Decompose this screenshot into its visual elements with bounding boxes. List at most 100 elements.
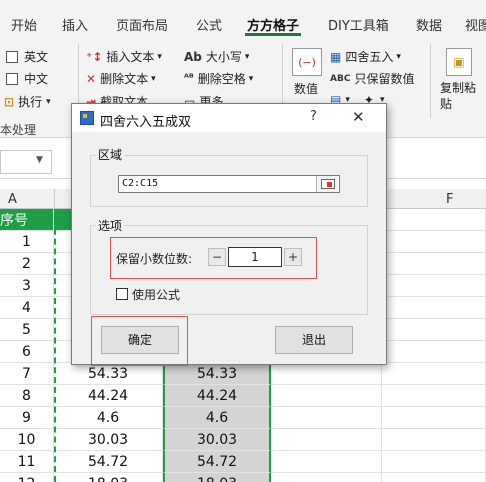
- cell-c[interactable]: 18.03: [163, 473, 271, 482]
- checkbox-english[interactable]: 英文: [6, 48, 48, 65]
- cell[interactable]: [271, 407, 382, 429]
- cell-b[interactable]: 44.24: [54, 385, 163, 407]
- value-icon: (−): [292, 48, 322, 76]
- ribbon-separator: [430, 44, 431, 118]
- cell-a[interactable]: 1: [0, 231, 54, 253]
- cell-c[interactable]: 44.24: [163, 385, 271, 407]
- tab-page-layout[interactable]: 页面布局: [116, 15, 168, 34]
- range-picker-icon: [320, 179, 335, 189]
- keep-value-button[interactable]: ABC 只保留数值: [330, 70, 414, 87]
- case-icon: Ab: [184, 49, 202, 64]
- range-input[interactable]: C2:C15: [118, 175, 340, 193]
- use-formula-label: 使用公式: [132, 288, 181, 302]
- dialog-title: 四舍六入五成双: [100, 115, 192, 130]
- checkbox-chinese[interactable]: 中文: [6, 70, 48, 87]
- cell-c[interactable]: 54.33: [163, 363, 271, 385]
- copy-paste-button[interactable]: 复制粘贴: [440, 80, 486, 112]
- cell-b[interactable]: 54.72: [54, 451, 163, 473]
- cell[interactable]: [382, 253, 486, 275]
- range-select-button[interactable]: [316, 176, 338, 192]
- cell-a[interactable]: 6: [0, 341, 54, 363]
- cell[interactable]: [271, 451, 382, 473]
- cell[interactable]: [382, 275, 486, 297]
- close-icon[interactable]: ✕: [352, 108, 365, 126]
- cell-a[interactable]: 8: [0, 385, 54, 407]
- checkbox-icon: [6, 50, 18, 63]
- increment-button[interactable]: +: [284, 248, 302, 266]
- tab-diy-toolbox[interactable]: DIY工具箱: [328, 15, 389, 34]
- keep-value-icon: ABC: [330, 73, 351, 84]
- value-button[interactable]: 数值: [294, 80, 318, 97]
- help-button[interactable]: ?: [310, 109, 317, 124]
- delete-text-icon: ✕: [86, 71, 97, 86]
- cell[interactable]: [382, 385, 486, 407]
- cell-c[interactable]: 30.03: [163, 429, 271, 451]
- range-group-label: 区域: [96, 146, 125, 163]
- cell-b[interactable]: 54.33: [54, 363, 163, 385]
- column-header-f[interactable]: F: [446, 192, 453, 207]
- cell[interactable]: [382, 341, 486, 363]
- cell[interactable]: [271, 473, 382, 482]
- exit-button[interactable]: 退出: [275, 326, 353, 354]
- decimals-input[interactable]: 1: [228, 247, 282, 267]
- round-half-even-dialog: 四舍六入五成双 ? ✕ 区域 C2:C15 选项 保留小数位数: − 1 + 使…: [71, 103, 387, 366]
- cell-a[interactable]: 5: [0, 319, 54, 341]
- group-label-text: 本处理: [0, 123, 37, 137]
- cell[interactable]: [382, 319, 486, 341]
- cell-a[interactable]: 4: [0, 297, 54, 319]
- options-group-label: 选项: [96, 217, 125, 234]
- cell-b[interactable]: 30.03: [54, 429, 163, 451]
- delete-space-icon: ᴬᴮ: [184, 73, 194, 84]
- cell-a[interactable]: 7: [0, 363, 54, 385]
- copy-paste-icon: ▣: [446, 48, 472, 76]
- tab-home[interactable]: 开始: [11, 15, 37, 34]
- execute-icon: ⊡: [4, 94, 15, 109]
- ribbon-tab-bar: 开始 插入 页面布局 公式 方方格子 DIY工具箱 数据 视图: [0, 0, 486, 36]
- execute-button[interactable]: ⊡ 执行 ▾: [4, 93, 51, 110]
- cell[interactable]: [382, 231, 486, 253]
- cell-c[interactable]: 4.6: [163, 407, 271, 429]
- delete-text-button[interactable]: ✕ 删除文本 ▾: [86, 70, 156, 87]
- cell-a[interactable]: 3: [0, 275, 54, 297]
- cell-a[interactable]: 10: [0, 429, 54, 451]
- tab-fangfang[interactable]: 方方格子: [247, 15, 299, 34]
- cell-a[interactable]: 9: [0, 407, 54, 429]
- insert-text-button[interactable]: ⁺↕ 插入文本 ▾: [86, 48, 162, 65]
- cell[interactable]: [382, 407, 486, 429]
- cell[interactable]: [271, 429, 382, 451]
- cell[interactable]: [382, 363, 486, 385]
- dialog-titlebar[interactable]: 四舍六入五成双 ? ✕: [72, 104, 386, 132]
- chevron-down-icon[interactable]: ▼: [36, 155, 43, 165]
- cell-b[interactable]: 18.03: [54, 473, 163, 482]
- checkbox-icon: [6, 72, 18, 85]
- cell[interactable]: [271, 363, 382, 385]
- cell-c[interactable]: 54.72: [163, 451, 271, 473]
- insert-text-icon: ⁺↕: [86, 49, 103, 64]
- delete-space-button[interactable]: ᴬᴮ 删除空格 ▾: [184, 70, 253, 87]
- app-icon: [80, 111, 94, 125]
- column-header-a[interactable]: A: [8, 192, 17, 207]
- cell[interactable]: [382, 451, 486, 473]
- use-formula-checkbox[interactable]: [116, 288, 128, 300]
- header-cell-a[interactable]: 序号: [0, 209, 54, 231]
- case-button[interactable]: Ab 大小写 ▾: [184, 48, 249, 65]
- tab-insert[interactable]: 插入: [62, 15, 88, 34]
- cell[interactable]: [382, 297, 486, 319]
- ok-button[interactable]: 确定: [101, 326, 179, 354]
- name-box[interactable]: [0, 150, 52, 174]
- tab-formulas[interactable]: 公式: [196, 15, 222, 34]
- cell[interactable]: [382, 209, 486, 231]
- round-button[interactable]: ▦ 四舍五入 ▾: [330, 48, 401, 65]
- cell-a[interactable]: 11: [0, 451, 54, 473]
- round-icon: ▦: [330, 49, 342, 64]
- decimals-label: 保留小数位数:: [116, 252, 193, 266]
- cell-a[interactable]: 2: [0, 253, 54, 275]
- cell-a[interactable]: 12: [0, 473, 54, 482]
- cell[interactable]: [271, 385, 382, 407]
- decrement-button[interactable]: −: [208, 248, 226, 266]
- cell[interactable]: [382, 429, 486, 451]
- cell[interactable]: [382, 473, 486, 482]
- tab-view[interactable]: 视图: [465, 15, 486, 34]
- cell-b[interactable]: 4.6: [54, 407, 163, 429]
- tab-data[interactable]: 数据: [416, 15, 442, 34]
